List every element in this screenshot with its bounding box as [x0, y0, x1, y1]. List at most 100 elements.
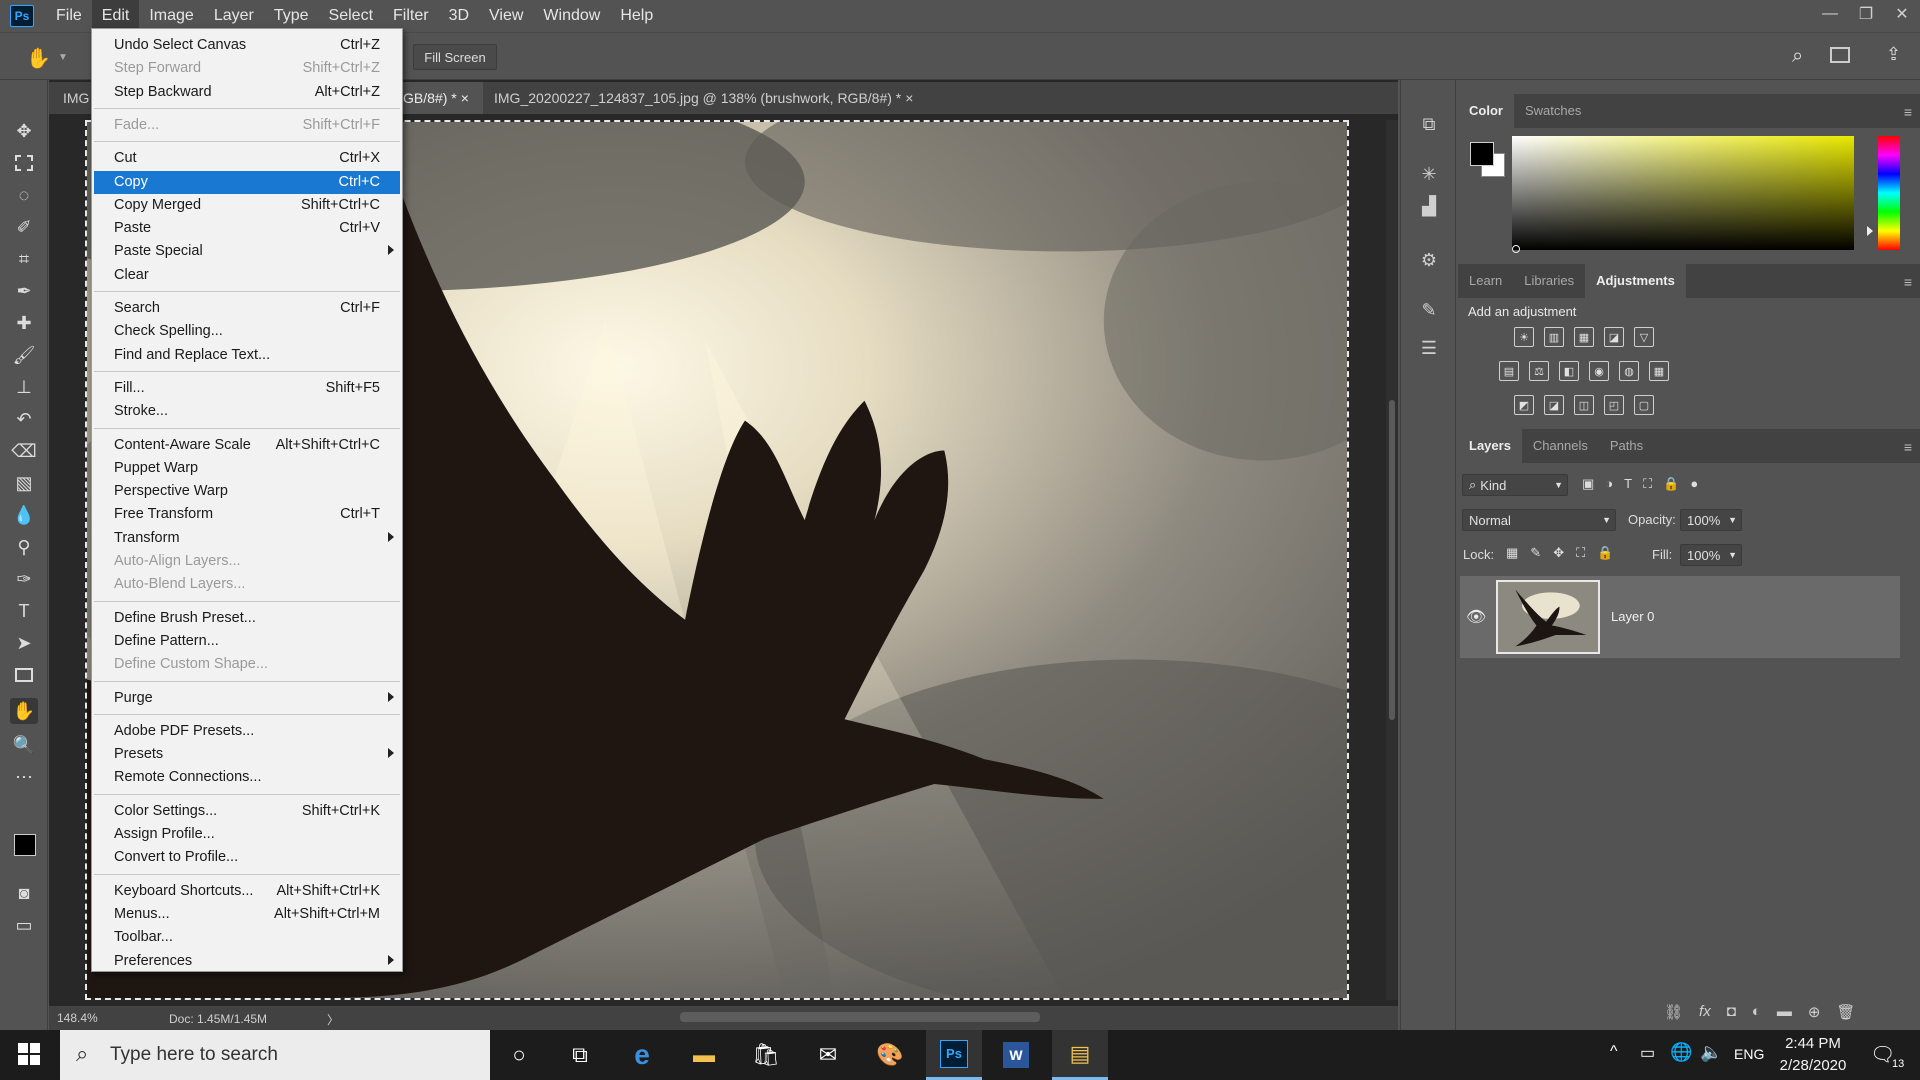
chevron-up-icon[interactable]: ^: [1610, 1043, 1618, 1061]
menu-window[interactable]: Window: [533, 0, 610, 32]
edit-menu-item-purge[interactable]: Purge: [94, 687, 400, 710]
hand-tool-icon[interactable]: ✋: [10, 698, 38, 724]
gradient-map-icon[interactable]: ▢: [1634, 395, 1654, 415]
type-filter-icon[interactable]: T: [1624, 476, 1632, 492]
tab-doc-3[interactable]: IMG_20200227_124837_105.jpg @ 138% (brus…: [480, 82, 927, 114]
edit-menu-item-toolbar[interactable]: Toolbar...: [94, 926, 400, 949]
visibility-eye-icon[interactable]: 👁: [1466, 607, 1486, 627]
channel-mixer-icon[interactable]: ◍: [1619, 361, 1639, 381]
shape-filter-icon[interactable]: ⛶: [1643, 476, 1652, 492]
pen-tool-icon[interactable]: ✑: [10, 566, 38, 592]
edit-menu-item-search[interactable]: Search Ctrl+F: [94, 297, 400, 320]
fill-screen-button[interactable]: Fill Screen: [413, 44, 497, 70]
close-icon[interactable]: ×: [905, 90, 913, 106]
add-mask-icon[interactable]: ◘: [1727, 1003, 1736, 1021]
tab-color[interactable]: Color: [1458, 94, 1514, 128]
menu-file[interactable]: File: [46, 0, 92, 32]
clone-stamp-tool-icon[interactable]: ⊥: [10, 374, 38, 400]
vibrance-icon[interactable]: ▽: [1634, 327, 1654, 347]
adjust-sliders-icon[interactable]: ☰: [1415, 334, 1443, 362]
minimize-button[interactable]: —: [1812, 0, 1848, 28]
edit-menu-item-stroke[interactable]: Stroke...: [94, 400, 400, 423]
edge-browser-icon[interactable]: e: [614, 1030, 670, 1080]
edit-menu-item-assign-profile[interactable]: Assign Profile...: [94, 823, 400, 846]
edit-menu-item-copy[interactable]: Copy Ctrl+C: [94, 170, 400, 194]
edit-menu-item-content-aware-scale[interactable]: Content-Aware Scale Alt+Shift+Ctrl+C: [94, 434, 400, 457]
filter-toggle-icon[interactable]: ●: [1690, 476, 1698, 492]
edit-menu-item-convert-to-profile[interactable]: Convert to Profile...: [94, 846, 400, 869]
vertical-scroll-thumb[interactable]: [1389, 400, 1395, 720]
layer-style-icon[interactable]: fx: [1699, 1003, 1711, 1021]
status-arrow-icon[interactable]: 〉: [327, 1011, 339, 1028]
history-panel-icon[interactable]: ⧉: [1415, 110, 1443, 138]
brush-settings-icon[interactable]: ✎: [1415, 296, 1443, 324]
edit-menu-item-adobe-pdf-presets[interactable]: Adobe PDF Presets...: [94, 720, 400, 743]
network-globe-icon[interactable]: 🌐: [1670, 1042, 1692, 1063]
panel-menu-icon[interactable]: ≡: [1904, 439, 1912, 455]
hue-slider[interactable]: [1878, 136, 1900, 250]
pixel-filter-icon[interactable]: ▣: [1582, 476, 1594, 492]
selective-color-icon[interactable]: ◰: [1604, 395, 1624, 415]
eraser-tool-icon[interactable]: ⌫: [10, 438, 38, 464]
smart-object-filter-icon[interactable]: 🔒: [1663, 476, 1679, 492]
edit-menu-item-presets[interactable]: Presets: [94, 743, 400, 766]
rectangle-tool-icon[interactable]: [10, 662, 38, 688]
close-icon[interactable]: ×: [461, 90, 469, 106]
panel-menu-icon[interactable]: ≡: [1904, 104, 1912, 120]
tab-learn[interactable]: Learn: [1458, 264, 1513, 298]
levels-icon[interactable]: ▥: [1544, 327, 1564, 347]
horizontal-scroll-thumb[interactable]: [680, 1012, 1040, 1022]
tab-channels[interactable]: Channels: [1522, 429, 1599, 463]
photo-filter-icon[interactable]: ◉: [1589, 361, 1609, 381]
menu-3d[interactable]: 3D: [439, 0, 479, 32]
lock-all-icon[interactable]: 🔒: [1597, 545, 1613, 561]
navigator-panel-icon[interactable]: ✳: [1415, 160, 1443, 188]
edit-menu-item-remote-connections[interactable]: Remote Connections...: [94, 766, 400, 789]
tab-libraries[interactable]: Libraries: [1513, 264, 1585, 298]
new-layer-icon[interactable]: ⊕: [1808, 1003, 1821, 1021]
edit-menu-item-paste-special[interactable]: Paste Special: [94, 240, 400, 263]
lock-pixels-icon[interactable]: ✎: [1530, 545, 1541, 561]
more-tools-icon[interactable]: ⋯: [10, 764, 38, 790]
layer-filter-select[interactable]: ⌕ Kind ▼: [1462, 474, 1568, 496]
windows-start-icon[interactable]: [18, 1043, 40, 1065]
file-explorer-active-icon[interactable]: ▤: [1052, 1030, 1108, 1080]
workspace-icon[interactable]: [1830, 47, 1850, 63]
edit-menu-item-color-settings[interactable]: Color Settings... Shift+Ctrl+K: [94, 800, 400, 823]
tab-layers[interactable]: Layers: [1458, 429, 1522, 463]
tab-adjustments[interactable]: Adjustments: [1585, 264, 1686, 298]
edit-menu-item-fill[interactable]: Fill... Shift+F5: [94, 377, 400, 400]
blend-mode-select[interactable]: Normal ▼: [1462, 509, 1616, 531]
move-tool-icon[interactable]: ✥: [10, 118, 38, 144]
foreground-color-chip[interactable]: [1470, 142, 1494, 166]
paint-app-icon[interactable]: 🎨: [862, 1030, 918, 1080]
edit-menu-item-cut[interactable]: Cut Ctrl+X: [94, 147, 400, 170]
zoom-tool-icon[interactable]: 🔍: [10, 732, 38, 758]
menu-view[interactable]: View: [479, 0, 533, 32]
blur-tool-icon[interactable]: 💧: [10, 502, 38, 528]
brush-tool-icon[interactable]: 🖌: [10, 342, 38, 368]
delete-layer-icon[interactable]: 🗑: [1836, 1003, 1855, 1021]
healing-brush-tool-icon[interactable]: ✚: [10, 310, 38, 336]
edit-menu-item-define-pattern[interactable]: Define Pattern...: [94, 630, 400, 653]
layer-name[interactable]: Layer 0: [1611, 609, 1654, 624]
properties-panel-icon[interactable]: ⚙: [1415, 246, 1443, 274]
lock-artboard-icon[interactable]: ⛶: [1576, 545, 1585, 561]
volume-icon[interactable]: 🔈: [1700, 1042, 1722, 1063]
history-brush-tool-icon[interactable]: ↶: [10, 406, 38, 432]
mail-icon[interactable]: ✉: [800, 1030, 856, 1080]
color-picker-cursor[interactable]: [1512, 245, 1520, 253]
edit-menu-item-paste[interactable]: Paste Ctrl+V: [94, 217, 400, 240]
screen-mode-icon[interactable]: ▭: [10, 912, 38, 938]
hue-marker-icon[interactable]: [1867, 226, 1873, 236]
language-indicator[interactable]: ENG: [1734, 1046, 1764, 1062]
invert-icon[interactable]: ◩: [1514, 395, 1534, 415]
cortana-icon[interactable]: ○: [491, 1030, 547, 1080]
lasso-tool-icon[interactable]: ◌: [10, 182, 38, 208]
tab-paths[interactable]: Paths: [1599, 429, 1654, 463]
exposure-icon[interactable]: ◪: [1604, 327, 1624, 347]
curves-icon[interactable]: ▦: [1574, 327, 1594, 347]
panel-menu-icon[interactable]: ≡: [1904, 274, 1912, 290]
color-lookup-icon[interactable]: ▦: [1649, 361, 1669, 381]
edit-menu-item-transform[interactable]: Transform: [94, 527, 400, 550]
